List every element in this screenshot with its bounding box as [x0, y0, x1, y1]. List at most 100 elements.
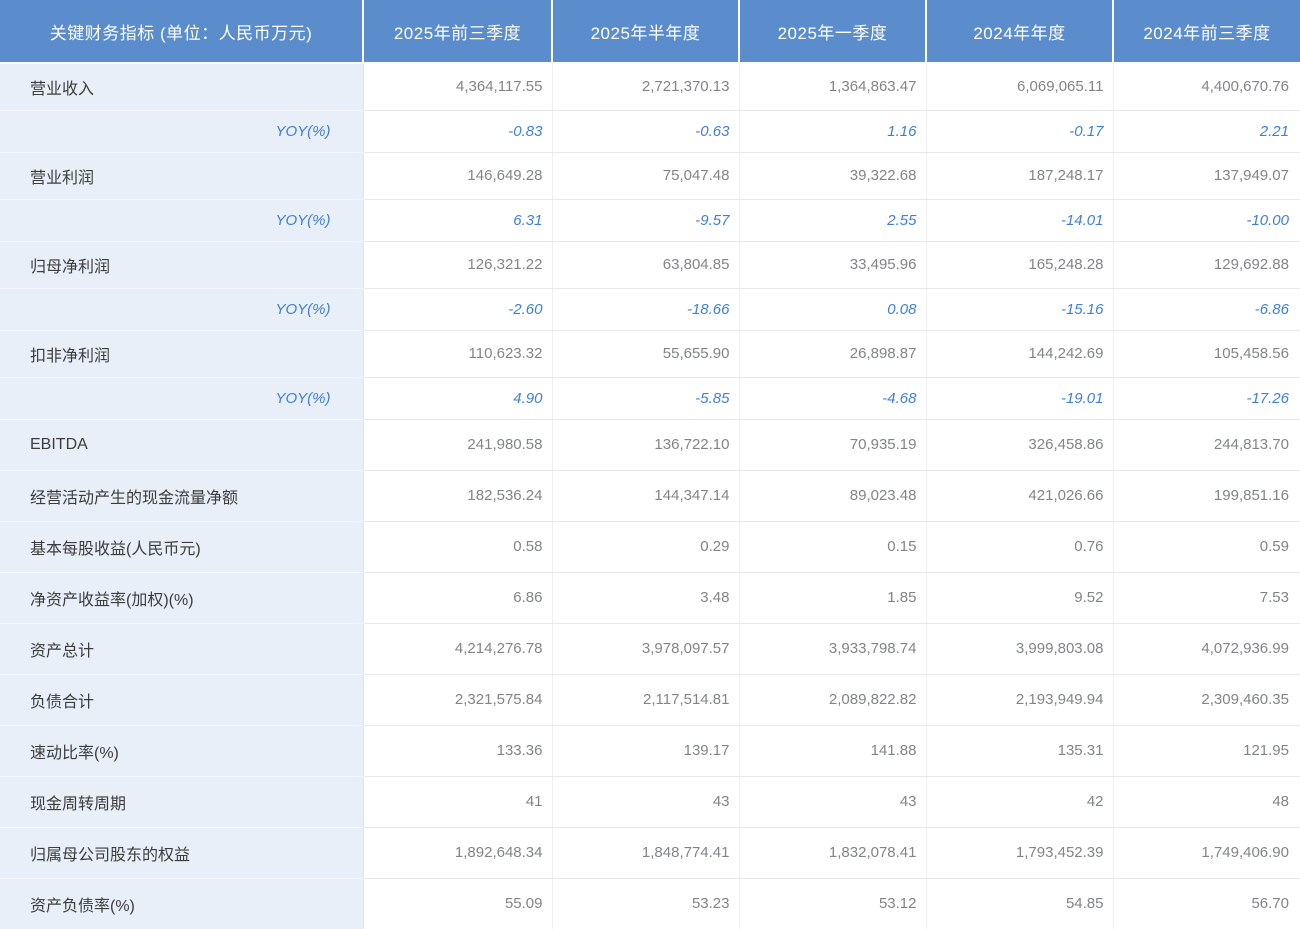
- metric-value-cell: 1,364,863.47: [739, 63, 926, 110]
- yoy-value-cell: 4.90: [363, 377, 552, 419]
- metric-value-cell: 133.36: [363, 725, 552, 776]
- metric-value-cell: 2,321,575.84: [363, 674, 552, 725]
- metric-value-cell: 75,047.48: [552, 152, 739, 199]
- metric-value-cell: 129,692.88: [1113, 241, 1300, 288]
- metric-label-cell: 经营活动产生的现金流量净额: [0, 470, 363, 521]
- metric-value-cell: 43: [739, 776, 926, 827]
- yoy-value-cell: -5.85: [552, 377, 739, 419]
- metric-value-cell: 70,935.19: [739, 419, 926, 470]
- metric-value-cell: 53.12: [739, 878, 926, 929]
- metric-value-cell: 0.76: [926, 521, 1113, 572]
- yoy-row: YOY(%)-2.60-18.660.08-15.16-6.86: [0, 288, 1300, 330]
- metric-value-cell: 241,980.58: [363, 419, 552, 470]
- yoy-label-cell: YOY(%): [0, 110, 363, 152]
- yoy-value-cell: -17.26: [1113, 377, 1300, 419]
- yoy-value-cell: -15.16: [926, 288, 1113, 330]
- yoy-label-cell: YOY(%): [0, 377, 363, 419]
- yoy-value-cell: 1.16: [739, 110, 926, 152]
- metric-value-cell: 4,364,117.55: [363, 63, 552, 110]
- metric-label-cell: 基本每股收益(人民币元): [0, 521, 363, 572]
- yoy-label-cell: YOY(%): [0, 288, 363, 330]
- metric-value-cell: 3,999,803.08: [926, 623, 1113, 674]
- metric-value-cell: 1,892,648.34: [363, 827, 552, 878]
- metric-label-cell: 营业收入: [0, 63, 363, 110]
- metric-row: 资产负债率(%)55.0953.2353.1254.8556.70: [0, 878, 1300, 929]
- metric-value-cell: 55.09: [363, 878, 552, 929]
- metric-label-cell: 净资产收益率(加权)(%): [0, 572, 363, 623]
- column-header-2024q3: 2024年前三季度: [1113, 0, 1300, 63]
- metric-value-cell: 165,248.28: [926, 241, 1113, 288]
- metric-value-cell: 137,949.07: [1113, 152, 1300, 199]
- metric-value-cell: 110,623.32: [363, 330, 552, 377]
- metric-row: 负债合计2,321,575.842,117,514.812,089,822.82…: [0, 674, 1300, 725]
- yoy-value-cell: -10.00: [1113, 199, 1300, 241]
- metric-label-cell: 资产总计: [0, 623, 363, 674]
- metric-label-cell: EBITDA: [0, 419, 363, 470]
- metric-value-cell: 0.58: [363, 521, 552, 572]
- metric-row: EBITDA241,980.58136,722.1070,935.19326,4…: [0, 419, 1300, 470]
- metric-value-cell: 126,321.22: [363, 241, 552, 288]
- metric-row: 扣非净利润110,623.3255,655.9026,898.87144,242…: [0, 330, 1300, 377]
- metric-value-cell: 39,322.68: [739, 152, 926, 199]
- metric-value-cell: 244,813.70: [1113, 419, 1300, 470]
- yoy-value-cell: -6.86: [1113, 288, 1300, 330]
- metric-value-cell: 1,848,774.41: [552, 827, 739, 878]
- metric-row: 基本每股收益(人民币元)0.580.290.150.760.59: [0, 521, 1300, 572]
- metric-value-cell: 4,072,936.99: [1113, 623, 1300, 674]
- metric-value-cell: 146,649.28: [363, 152, 552, 199]
- metric-value-cell: 1,793,452.39: [926, 827, 1113, 878]
- metric-row: 现金周转周期4143434248: [0, 776, 1300, 827]
- metric-value-cell: 54.85: [926, 878, 1113, 929]
- metric-value-cell: 43: [552, 776, 739, 827]
- metric-value-cell: 3,933,798.74: [739, 623, 926, 674]
- yoy-value-cell: -19.01: [926, 377, 1113, 419]
- metric-row: 归属母公司股东的权益1,892,648.341,848,774.411,832,…: [0, 827, 1300, 878]
- metric-row: 经营活动产生的现金流量净额182,536.24144,347.1489,023.…: [0, 470, 1300, 521]
- metric-label-cell: 速动比率(%): [0, 725, 363, 776]
- metric-value-cell: 56.70: [1113, 878, 1300, 929]
- metric-value-cell: 4,400,670.76: [1113, 63, 1300, 110]
- metric-column-header: 关键财务指标 (单位：人民币万元): [0, 0, 363, 63]
- yoy-value-cell: 6.31: [363, 199, 552, 241]
- metric-value-cell: 33,495.96: [739, 241, 926, 288]
- table-header: 关键财务指标 (单位：人民币万元) 2025年前三季度 2025年半年度 202…: [0, 0, 1300, 63]
- yoy-row: YOY(%)4.90-5.85-4.68-19.01-17.26: [0, 377, 1300, 419]
- metric-value-cell: 3,978,097.57: [552, 623, 739, 674]
- metric-value-cell: 139.17: [552, 725, 739, 776]
- metric-value-cell: 326,458.86: [926, 419, 1113, 470]
- metric-value-cell: 0.59: [1113, 521, 1300, 572]
- metric-value-cell: 41: [363, 776, 552, 827]
- metric-row: 速动比率(%)133.36139.17141.88135.31121.95: [0, 725, 1300, 776]
- metric-value-cell: 2,089,822.82: [739, 674, 926, 725]
- metric-value-cell: 63,804.85: [552, 241, 739, 288]
- header-row: 关键财务指标 (单位：人民币万元) 2025年前三季度 2025年半年度 202…: [0, 0, 1300, 63]
- metric-value-cell: 42: [926, 776, 1113, 827]
- metric-value-cell: 182,536.24: [363, 470, 552, 521]
- metric-value-cell: 0.29: [552, 521, 739, 572]
- column-header-2025q1: 2025年一季度: [739, 0, 926, 63]
- column-header-2024fy: 2024年年度: [926, 0, 1113, 63]
- metric-value-cell: 7.53: [1113, 572, 1300, 623]
- yoy-row: YOY(%)-0.83-0.631.16-0.172.21: [0, 110, 1300, 152]
- metric-value-cell: 6,069,065.11: [926, 63, 1113, 110]
- metric-value-cell: 9.52: [926, 572, 1113, 623]
- yoy-value-cell: -4.68: [739, 377, 926, 419]
- metric-row: 资产总计4,214,276.783,978,097.573,933,798.74…: [0, 623, 1300, 674]
- yoy-value-cell: 2.55: [739, 199, 926, 241]
- metric-value-cell: 1,832,078.41: [739, 827, 926, 878]
- metric-label-cell: 营业利润: [0, 152, 363, 199]
- metric-value-cell: 144,347.14: [552, 470, 739, 521]
- column-header-2025q3: 2025年前三季度: [363, 0, 552, 63]
- metric-value-cell: 121.95: [1113, 725, 1300, 776]
- metric-value-cell: 105,458.56: [1113, 330, 1300, 377]
- yoy-value-cell: -14.01: [926, 199, 1113, 241]
- metric-value-cell: 3.48: [552, 572, 739, 623]
- metric-value-cell: 4,214,276.78: [363, 623, 552, 674]
- metric-value-cell: 89,023.48: [739, 470, 926, 521]
- metric-value-cell: 1,749,406.90: [1113, 827, 1300, 878]
- yoy-value-cell: -9.57: [552, 199, 739, 241]
- metric-value-cell: 144,242.69: [926, 330, 1113, 377]
- metric-value-cell: 199,851.16: [1113, 470, 1300, 521]
- metric-row: 营业利润146,649.2875,047.4839,322.68187,248.…: [0, 152, 1300, 199]
- metric-value-cell: 6.86: [363, 572, 552, 623]
